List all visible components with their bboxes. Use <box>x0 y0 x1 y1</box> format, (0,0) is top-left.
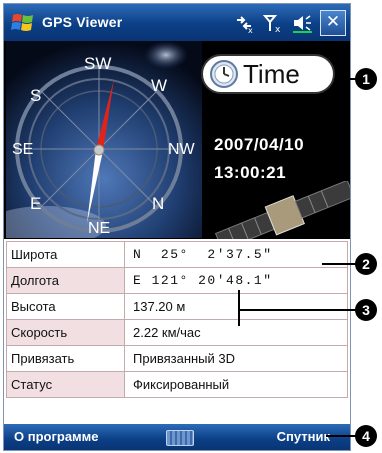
compass-label-se: SE <box>12 141 33 158</box>
callout-line-3-vertical <box>238 290 240 326</box>
compass-label-e: E <box>30 194 41 213</box>
callout-line-1 <box>334 78 356 80</box>
windows-start-icon[interactable] <box>10 10 36 36</box>
gps-panel: SW W S NW SE N E NE Time 2007/04/10 13:0… <box>4 41 350 239</box>
compass-label-s: S <box>30 86 41 105</box>
table-row-speed: Скорость 2.22 км/час <box>6 319 348 346</box>
longitude-value: E 121° 20'48.1" <box>124 267 348 294</box>
table-row-longitude: Долгота E 121° 20'48.1" <box>6 267 348 294</box>
time-button-label: Time <box>243 58 300 89</box>
table-row-latitude: Широта N 25° 2'37.5" <box>6 241 348 268</box>
system-tray: x x ✕ <box>233 10 346 36</box>
svg-text:x: x <box>248 26 253 34</box>
status-value: Фиксированный <box>124 371 348 398</box>
altitude-label: Высота <box>6 293 125 320</box>
about-softkey[interactable]: О программе <box>14 429 99 444</box>
gps-info-table: Широта N 25° 2'37.5" Долгота E 121° 20'4… <box>6 241 348 398</box>
table-row-altitude: Высота 137.20 м <box>6 293 348 320</box>
connectivity-icon[interactable]: x <box>233 12 255 34</box>
callout-badge-3: 3 <box>355 299 377 321</box>
gps-time: 13:00:21 <box>214 163 287 182</box>
speed-label: Скорость <box>6 319 125 346</box>
callout-badge-4: 4 <box>355 425 377 447</box>
close-button[interactable]: ✕ <box>320 10 346 36</box>
callout-line-2 <box>322 263 356 265</box>
pda-window: GPS Viewer x x ✕ SW W S NW SE N E NE Tim… <box>3 3 351 451</box>
keyboard-icon[interactable] <box>166 430 194 446</box>
fix-value: Привязанный 3D <box>124 345 348 372</box>
compass-label-ne: NE <box>88 220 110 237</box>
speed-value: 2.22 км/час <box>124 319 348 346</box>
satellite-icon <box>214 181 350 239</box>
time-button[interactable]: Time <box>201 54 335 94</box>
latitude-value: N 25° 2'37.5" <box>124 241 348 268</box>
callout-line-3-horizontal <box>238 309 356 311</box>
gps-date: 2007/04/10 <box>214 135 305 154</box>
compass-label-n: N <box>152 194 164 213</box>
satellite-softkey[interactable]: Спутник <box>277 429 330 444</box>
longitude-label: Долгота <box>6 267 125 294</box>
clock-icon <box>210 60 238 88</box>
bottom-softkey-bar: О программе Спутник <box>4 424 350 450</box>
callout-badge-1: 1 <box>355 68 377 90</box>
svg-text:x: x <box>275 25 281 34</box>
signal-icon[interactable]: x <box>262 12 284 34</box>
status-label: Статус <box>6 371 125 398</box>
compass: SW W S NW SE N E NE <box>6 41 202 238</box>
fix-label: Привязать <box>6 345 125 372</box>
compass-label-w: W <box>151 76 167 95</box>
callout-line-4 <box>326 435 356 437</box>
compass-label-sw: SW <box>84 54 111 73</box>
table-row-fix: Привязать Привязанный 3D <box>6 345 348 372</box>
title-bar: GPS Viewer x x ✕ <box>4 4 350 41</box>
volume-icon[interactable] <box>291 12 313 34</box>
table-row-status: Статус Фиксированный <box>6 371 348 398</box>
compass-label-nw: NW <box>168 141 196 158</box>
app-title: GPS Viewer <box>42 14 123 30</box>
altitude-value: 137.20 м <box>124 293 348 320</box>
latitude-label: Широта <box>6 241 125 268</box>
callout-badge-2: 2 <box>355 253 377 275</box>
